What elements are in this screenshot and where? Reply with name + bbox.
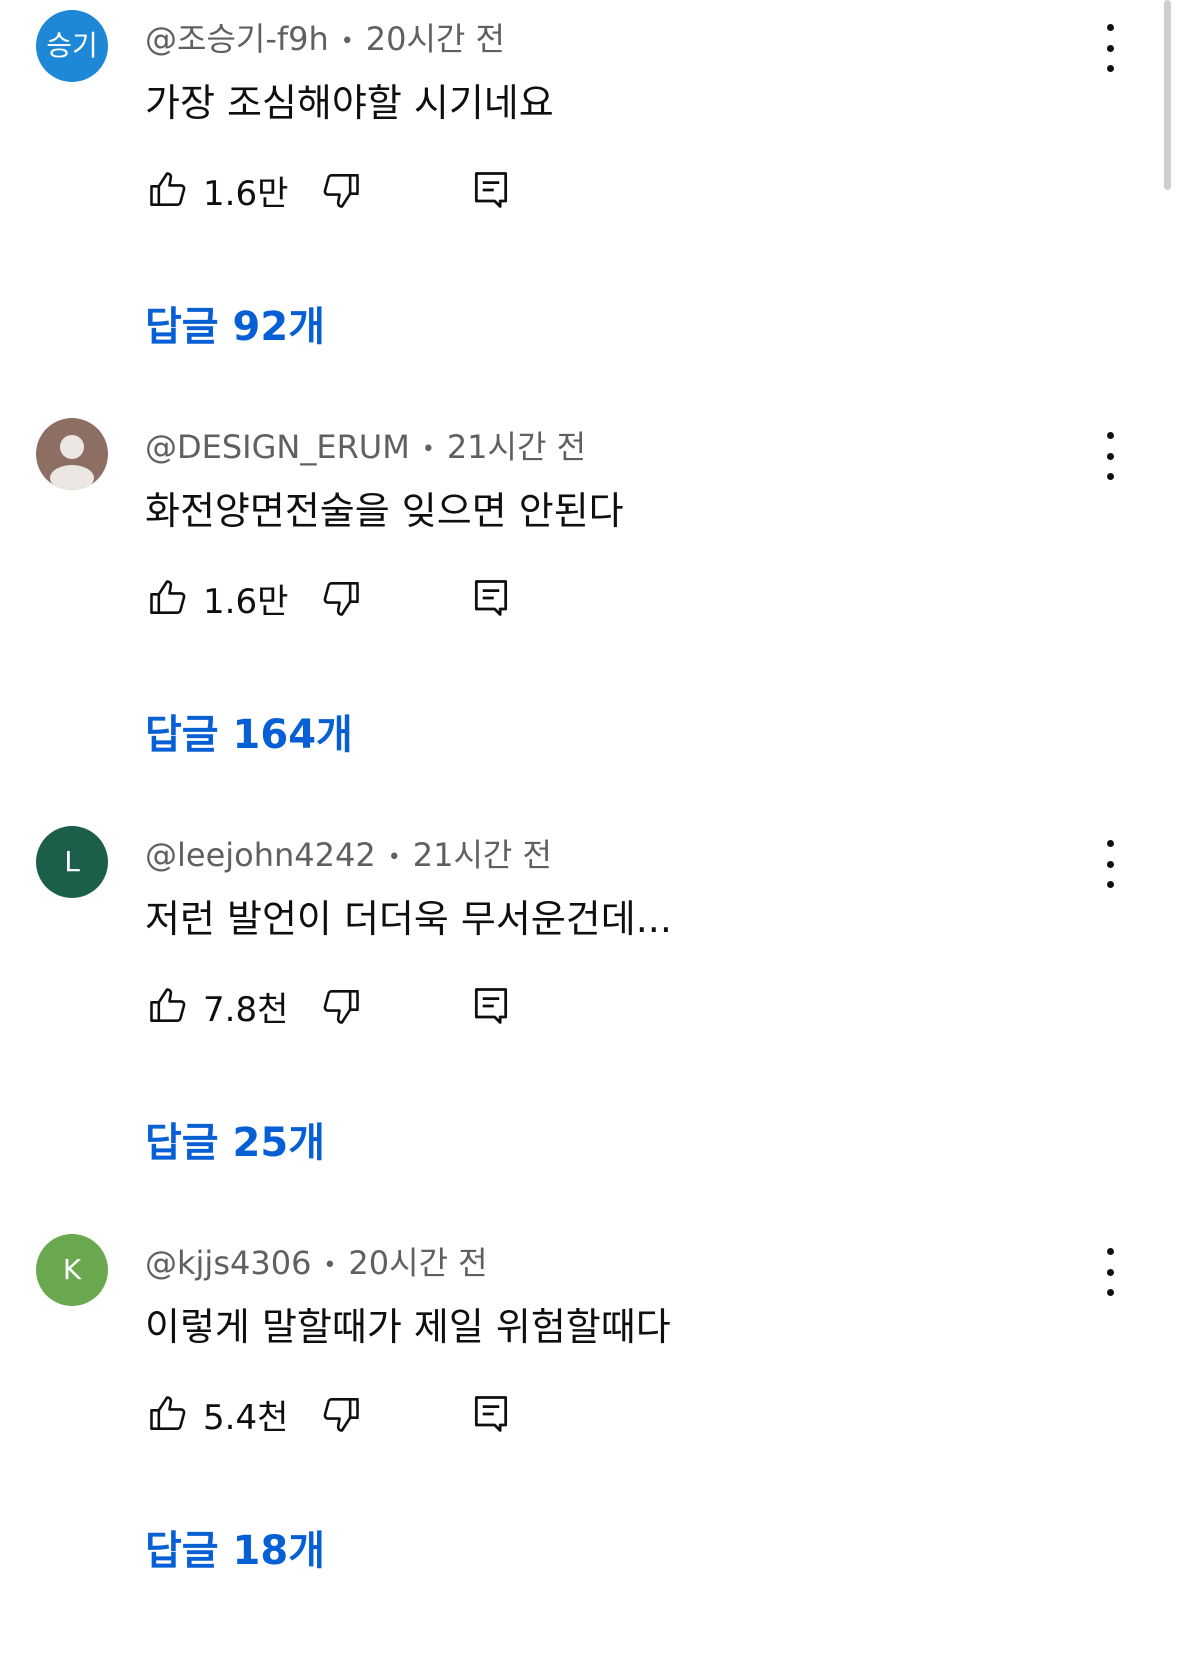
meta-separator: • — [340, 28, 354, 54]
avatar-initials: K — [62, 1253, 82, 1286]
comment-icon[interactable] — [468, 983, 514, 1029]
comment-text: 저런 발언이 더더욱 무서운건데... — [145, 897, 672, 941]
thumbs-down-icon[interactable] — [318, 983, 364, 1029]
more-vert-icon[interactable] — [1092, 840, 1128, 888]
comment-author[interactable]: @조승기-f9h — [145, 20, 329, 58]
more-vert-icon[interactable] — [1092, 24, 1128, 72]
comment-item: 승기 @조승기-f9h • 20시간 전 가장 조심해야할 시기네요 1.6만 답글… — [0, 4, 1179, 440]
avatar-initials: L — [64, 845, 80, 878]
like-count: 1.6만 — [203, 581, 289, 622]
thumbs-down-icon[interactable] — [318, 1391, 364, 1437]
comment-meta: @DESIGN_ERUM • 21시간 전 — [145, 422, 586, 468]
comment-item: K @kjjs4306 • 20시간 전 이렇게 말할때가 제일 위험할때다 5.4… — [0, 1228, 1179, 1664]
comment-icon[interactable] — [468, 167, 514, 213]
comment-time[interactable]: 21시간 전 — [413, 836, 552, 874]
comment-icon[interactable] — [468, 575, 514, 621]
like-count: 7.8천 — [203, 989, 289, 1030]
like-count: 5.4천 — [203, 1397, 289, 1438]
meta-separator: • — [421, 436, 435, 462]
comment-actions: 1.6만 — [145, 572, 514, 624]
more-vert-icon[interactable] — [1092, 1248, 1128, 1296]
meta-separator: • — [323, 1252, 337, 1278]
comment-text: 이렇게 말할때가 제일 위험할때다 — [145, 1305, 671, 1349]
comment-actions: 5.4천 — [145, 1388, 514, 1440]
comment-text: 화전양면전술을 잊으면 안된다 — [145, 489, 624, 533]
scrollbar[interactable] — [1164, 0, 1171, 190]
thumbs-up-icon[interactable] — [145, 983, 191, 1029]
avatar[interactable]: K — [36, 1234, 108, 1306]
thumbs-up-icon[interactable] — [145, 167, 191, 213]
replies-button[interactable]: 답글 92개 — [145, 294, 325, 352]
comment-author[interactable]: @kjjs4306 — [145, 1244, 311, 1282]
default-person-icon — [50, 435, 94, 490]
comment-actions: 1.6만 — [145, 164, 514, 216]
comment-meta: @kjjs4306 • 20시간 전 — [145, 1238, 488, 1284]
comment-text: 가장 조심해야할 시기네요 — [145, 81, 554, 125]
thumbs-down-icon[interactable] — [318, 575, 364, 621]
more-vert-icon[interactable] — [1092, 432, 1128, 480]
comment-meta: @조승기-f9h • 20시간 전 — [145, 14, 505, 60]
avatar-initials: 승기 — [46, 29, 98, 62]
comment-actions: 7.8천 — [145, 980, 514, 1032]
meta-separator: • — [387, 844, 401, 870]
thumbs-up-icon[interactable] — [145, 575, 191, 621]
like-count: 1.6만 — [203, 173, 289, 214]
comment-meta: @leejohn4242 • 21시간 전 — [145, 830, 552, 876]
comment-time[interactable]: 20시간 전 — [366, 20, 505, 58]
comment-item: L @leejohn4242 • 21시간 전 저런 발언이 더더욱 무서운건데..… — [0, 820, 1179, 1256]
comment-author[interactable]: @DESIGN_ERUM — [145, 428, 410, 466]
avatar[interactable]: 승기 — [36, 10, 108, 82]
avatar[interactable] — [36, 418, 108, 490]
comment-item: @DESIGN_ERUM • 21시간 전 화전양면전술을 잊으면 안된다 1.6만… — [0, 412, 1179, 848]
thumbs-up-icon[interactable] — [145, 1391, 191, 1437]
avatar[interactable]: L — [36, 826, 108, 898]
comment-time[interactable]: 20시간 전 — [348, 1244, 487, 1282]
replies-button[interactable]: 답글 164개 — [145, 702, 353, 760]
comment-time[interactable]: 21시간 전 — [447, 428, 586, 466]
replies-button[interactable]: 답글 18개 — [145, 1518, 325, 1576]
comment-icon[interactable] — [468, 1391, 514, 1437]
replies-button[interactable]: 답글 25개 — [145, 1110, 325, 1168]
thumbs-down-icon[interactable] — [318, 167, 364, 213]
comment-author[interactable]: @leejohn4242 — [145, 836, 376, 874]
